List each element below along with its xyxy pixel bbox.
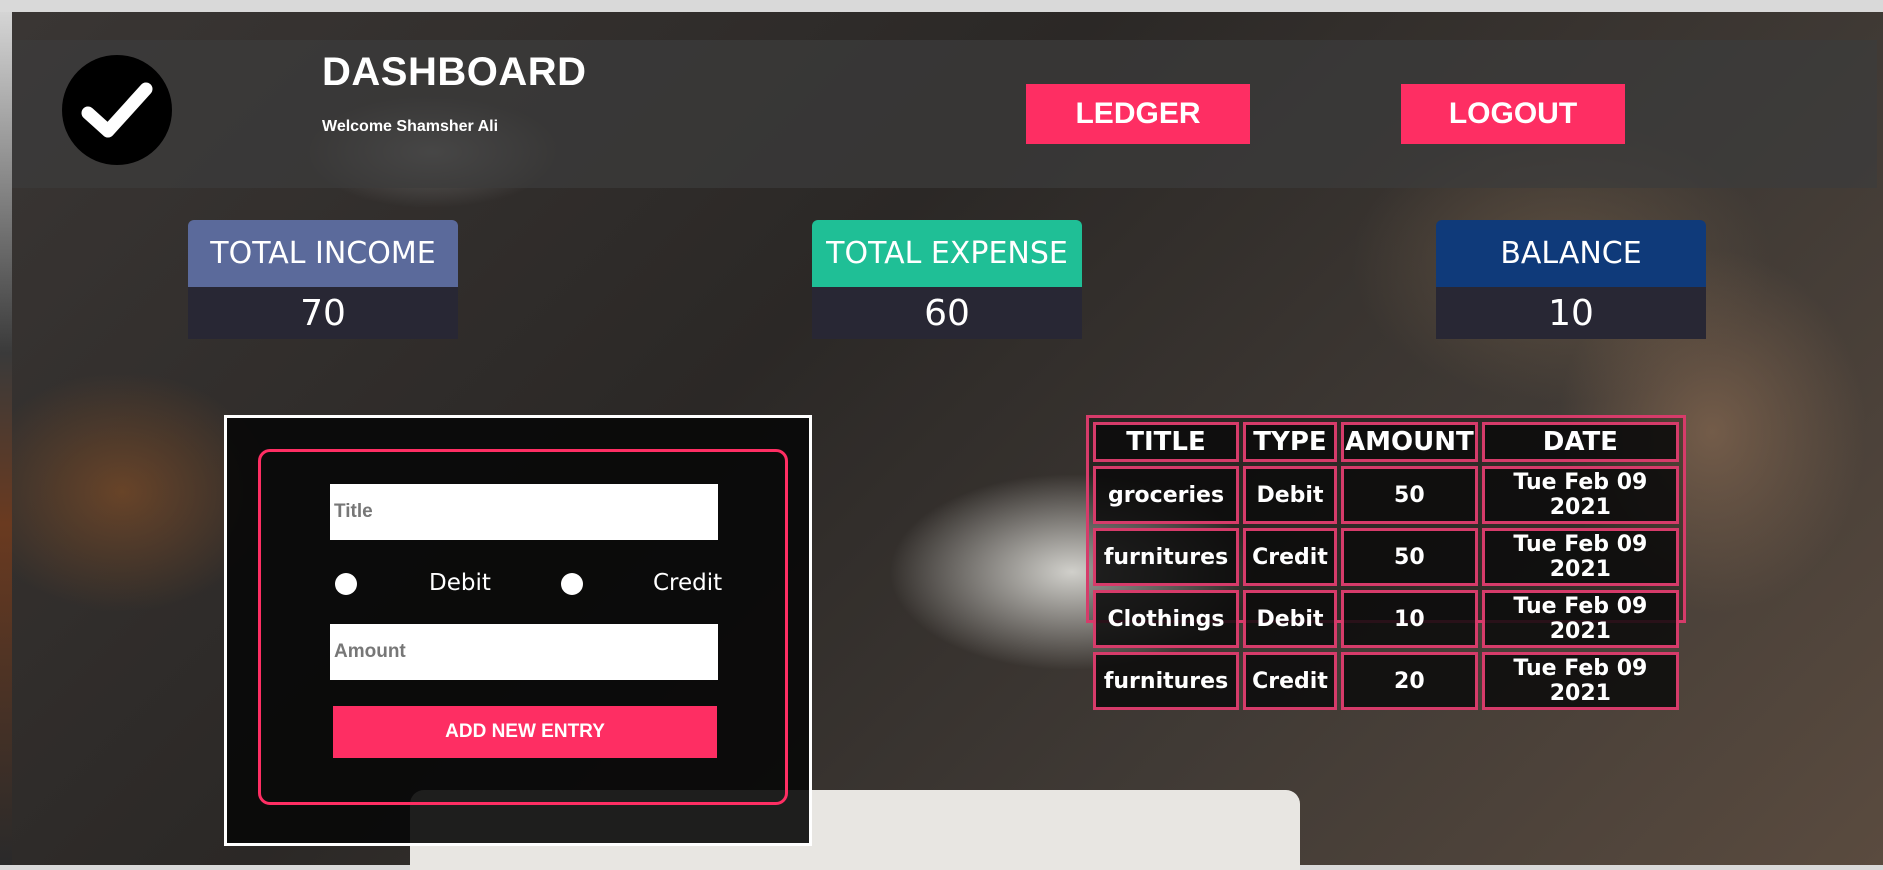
welcome-text: Welcome Shamsher Ali xyxy=(322,118,499,135)
credit-label: Credit xyxy=(653,570,723,596)
cell-title: furnitures xyxy=(1093,652,1239,710)
table-header-row: TITLE TYPE AMOUNT DATE xyxy=(1093,422,1679,462)
background-edge xyxy=(0,12,12,865)
column-header-date: DATE xyxy=(1481,422,1679,462)
page-title: DASHBOARD xyxy=(322,50,587,94)
table-row: Clothings Debit 10 Tue Feb 09 2021 xyxy=(1093,590,1679,648)
cell-date: Tue Feb 09 2021 xyxy=(1481,466,1679,524)
table-row: groceries Debit 50 Tue Feb 09 2021 xyxy=(1093,466,1679,524)
cell-type: Credit xyxy=(1243,528,1337,586)
table-row: furnitures Credit 20 Tue Feb 09 2021 xyxy=(1093,652,1679,710)
cell-amount: 50 xyxy=(1341,528,1478,586)
cell-date: Tue Feb 09 2021 xyxy=(1481,590,1679,648)
cell-title: groceries xyxy=(1093,466,1239,524)
debit-label: Debit xyxy=(429,570,491,596)
cell-amount: 50 xyxy=(1341,466,1478,524)
ledger-button[interactable]: LEDGER xyxy=(1026,84,1250,144)
total-income-value: 70 xyxy=(188,287,458,339)
cell-title: furnitures xyxy=(1093,528,1239,586)
column-header-title: TITLE xyxy=(1093,422,1239,462)
column-header-amount: AMOUNT xyxy=(1341,422,1478,462)
checkmark-icon xyxy=(62,55,172,165)
header-bar: DASHBOARD Welcome Shamsher Ali LEDGER LO… xyxy=(12,40,1877,188)
entries-table: TITLE TYPE AMOUNT DATE groceries Debit 5… xyxy=(1086,415,1686,710)
amount-input[interactable] xyxy=(330,624,718,680)
total-income-card: TOTAL INCOME 70 xyxy=(188,220,458,339)
cell-type: Debit xyxy=(1243,590,1337,648)
cell-type: Debit xyxy=(1243,466,1337,524)
logout-button[interactable]: LOGOUT xyxy=(1401,84,1625,144)
balance-value: 10 xyxy=(1436,287,1706,339)
entry-form-panel: Debit Credit ADD NEW ENTRY xyxy=(224,415,812,846)
title-input[interactable] xyxy=(330,484,718,540)
cell-amount: 20 xyxy=(1341,652,1478,710)
debit-radio[interactable] xyxy=(335,573,357,595)
cell-date: Tue Feb 09 2021 xyxy=(1481,652,1679,710)
table-row: furnitures Credit 50 Tue Feb 09 2021 xyxy=(1093,528,1679,586)
total-expense-card: TOTAL EXPENSE 60 xyxy=(812,220,1082,339)
add-new-entry-button[interactable]: ADD NEW ENTRY xyxy=(333,706,717,758)
total-expense-label: TOTAL EXPENSE xyxy=(812,220,1082,287)
cell-date: Tue Feb 09 2021 xyxy=(1481,528,1679,586)
balance-card: BALANCE 10 xyxy=(1436,220,1706,339)
cell-type: Credit xyxy=(1243,652,1337,710)
credit-radio[interactable] xyxy=(561,573,583,595)
column-header-type: TYPE xyxy=(1243,422,1337,462)
total-expense-value: 60 xyxy=(812,287,1082,339)
cell-title: Clothings xyxy=(1093,590,1239,648)
entry-form: Debit Credit ADD NEW ENTRY xyxy=(258,449,788,805)
cell-amount: 10 xyxy=(1341,590,1478,648)
balance-label: BALANCE xyxy=(1436,220,1706,287)
total-income-label: TOTAL INCOME xyxy=(188,220,458,287)
